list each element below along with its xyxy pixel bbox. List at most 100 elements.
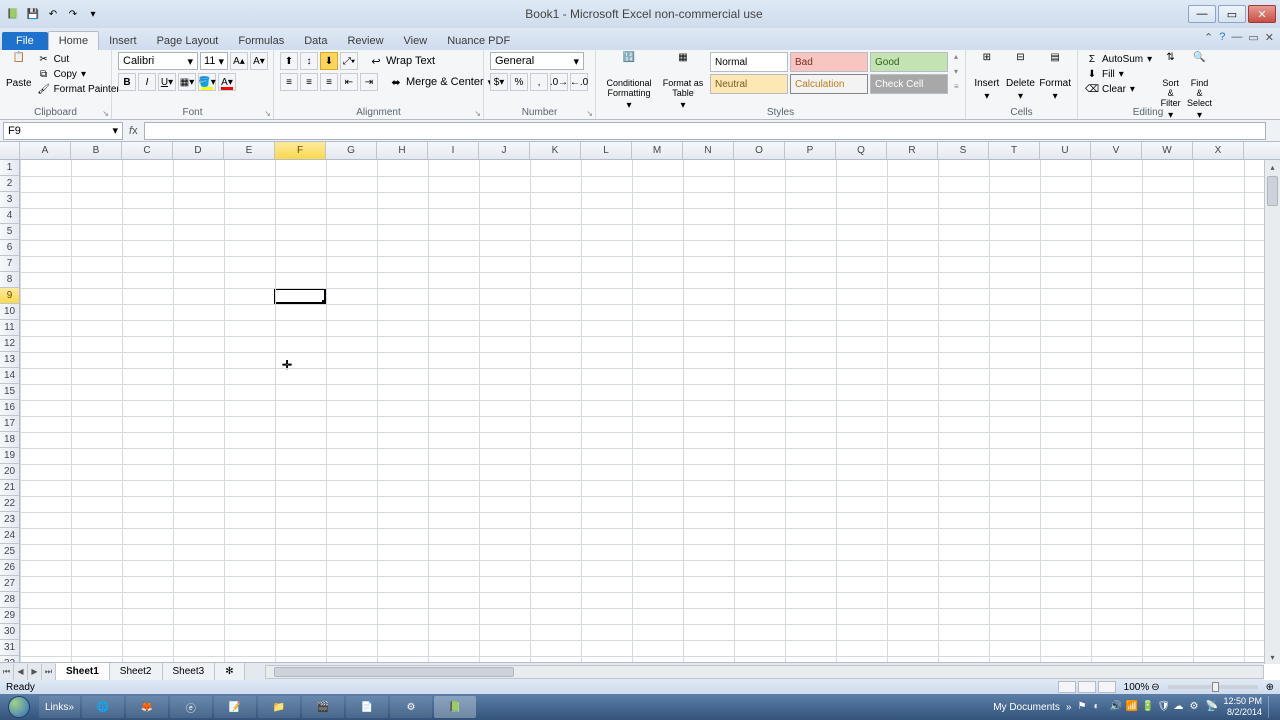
horizontal-scrollbar[interactable] <box>265 665 1264 679</box>
styles-up-icon[interactable]: ▴ <box>954 52 959 61</box>
align-left-button[interactable]: ≡ <box>280 73 298 91</box>
taskbar-chrome[interactable]: 🌐 <box>82 696 124 718</box>
tray-icon[interactable]: 🔋 <box>1141 701 1153 713</box>
row-header[interactable]: 11 <box>0 320 19 336</box>
align-center-button[interactable]: ≡ <box>300 73 318 91</box>
style-calculation[interactable]: Calculation <box>790 74 868 94</box>
number-format-combo[interactable]: General▾ <box>490 52 584 70</box>
tray-icon[interactable]: ☁ <box>1173 701 1185 713</box>
row-header[interactable]: 1 <box>0 160 19 176</box>
underline-button[interactable]: U▾ <box>158 73 176 91</box>
column-header[interactable]: F <box>275 142 326 159</box>
style-good[interactable]: Good <box>870 52 948 72</box>
column-header[interactable]: H <box>377 142 428 159</box>
style-normal[interactable]: Normal <box>710 52 788 72</box>
row-header[interactable]: 16 <box>0 400 19 416</box>
column-header[interactable]: C <box>122 142 173 159</box>
row-header[interactable]: 18 <box>0 432 19 448</box>
spreadsheet-grid[interactable]: 1234567891011121314151617181920212223242… <box>0 160 1280 670</box>
italic-button[interactable]: I <box>138 73 156 91</box>
row-header[interactable]: 30 <box>0 624 19 640</box>
fx-icon[interactable]: fx <box>129 125 138 137</box>
zoom-thumb[interactable] <box>1212 682 1219 692</box>
decrease-indent-button[interactable]: ⇤ <box>340 73 358 91</box>
tray-icon[interactable]: 📡 <box>1205 701 1217 713</box>
tab-home[interactable]: Home <box>48 31 99 50</box>
format-as-table-button[interactable]: ▦ Format as Table▾ <box>660 52 706 111</box>
maximize-button[interactable]: ▭ <box>1218 5 1246 23</box>
zoom-out-button[interactable]: ⊖ <box>1151 682 1159 693</box>
row-header[interactable]: 2 <box>0 176 19 192</box>
row-header[interactable]: 26 <box>0 560 19 576</box>
tab-formulas[interactable]: Formulas <box>228 32 294 50</box>
column-header[interactable]: K <box>530 142 581 159</box>
formula-bar[interactable] <box>144 122 1266 140</box>
close-button[interactable]: ✕ <box>1248 5 1276 23</box>
column-header[interactable]: X <box>1193 142 1244 159</box>
row-header[interactable]: 5 <box>0 224 19 240</box>
delete-cells-button[interactable]: ⊟ Delete▾ <box>1006 52 1036 102</box>
autosum-button[interactable]: ΣAutoSum ▾ <box>1084 52 1154 66</box>
row-header[interactable]: 29 <box>0 608 19 624</box>
row-header[interactable]: 25 <box>0 544 19 560</box>
fill-button[interactable]: ⬇Fill ▾ <box>1084 67 1154 81</box>
style-neutral[interactable]: Neutral <box>710 74 788 94</box>
taskbar-explorer[interactable]: 📁 <box>258 696 300 718</box>
column-header[interactable]: S <box>938 142 989 159</box>
row-header[interactable]: 12 <box>0 336 19 352</box>
start-button[interactable] <box>0 694 38 720</box>
copy-button[interactable]: ⧉Copy ▾ <box>36 67 122 81</box>
taskbar-clock[interactable]: 12:50 PM 8/2/2014 <box>1223 696 1262 718</box>
align-middle-button[interactable]: ↕ <box>300 52 318 70</box>
tab-page-layout[interactable]: Page Layout <box>147 32 229 50</box>
tray-icon[interactable]: ◐ <box>1093 701 1105 713</box>
qat-dropdown-icon[interactable]: ▾ <box>84 5 102 23</box>
last-sheet-icon[interactable]: ⏭ <box>42 664 56 680</box>
row-header[interactable]: 7 <box>0 256 19 272</box>
font-launcher-icon[interactable]: ↘ <box>264 109 271 118</box>
align-top-button[interactable]: ⬆ <box>280 52 298 70</box>
zoom-in-button[interactable]: ⊕ <box>1266 682 1274 693</box>
column-header[interactable]: I <box>428 142 479 159</box>
row-header[interactable]: 19 <box>0 448 19 464</box>
column-header[interactable]: B <box>71 142 122 159</box>
paste-button[interactable]: 📋 Paste <box>6 52 32 89</box>
sheet-tab-3[interactable]: Sheet3 <box>163 663 216 681</box>
new-sheet-button[interactable]: ✻ <box>215 663 244 681</box>
tray-icon[interactable]: 🔊 <box>1109 701 1121 713</box>
comma-button[interactable]: , <box>530 73 548 91</box>
column-header[interactable]: V <box>1091 142 1142 159</box>
tab-file[interactable]: File <box>2 32 48 50</box>
tab-nuance-pdf[interactable]: Nuance PDF <box>437 32 520 50</box>
increase-indent-button[interactable]: ⇥ <box>360 73 378 91</box>
style-bad[interactable]: Bad <box>790 52 868 72</box>
accounting-format-button[interactable]: $▾ <box>490 73 508 91</box>
number-launcher-icon[interactable]: ↘ <box>586 109 593 118</box>
minimize-button[interactable]: — <box>1188 5 1216 23</box>
taskbar-notes[interactable]: 📝 <box>214 696 256 718</box>
hscroll-thumb[interactable] <box>274 667 514 677</box>
row-header[interactable]: 4 <box>0 208 19 224</box>
vertical-scrollbar[interactable]: ▴ ▾ <box>1264 160 1280 664</box>
page-break-view-button[interactable] <box>1098 681 1116 693</box>
format-painter-button[interactable]: 🖌Format Painter <box>36 82 122 96</box>
align-right-button[interactable]: ≡ <box>320 73 338 91</box>
first-sheet-icon[interactable]: ⏮ <box>0 664 14 680</box>
row-header[interactable]: 23 <box>0 512 19 528</box>
column-header[interactable]: M <box>632 142 683 159</box>
increase-decimal-button[interactable]: .0→ <box>550 73 568 91</box>
row-header[interactable]: 24 <box>0 528 19 544</box>
column-header[interactable]: W <box>1142 142 1193 159</box>
row-header[interactable]: 14 <box>0 368 19 384</box>
clear-button[interactable]: ⌫Clear ▾ <box>1084 82 1154 96</box>
row-header[interactable]: 15 <box>0 384 19 400</box>
zoom-slider[interactable] <box>1168 685 1258 689</box>
taskbar-excel[interactable]: 📗 <box>434 696 476 718</box>
merge-center-button[interactable]: ⬌Merge & Center ▾ <box>388 75 495 90</box>
column-header[interactable]: T <box>989 142 1040 159</box>
scroll-down-icon[interactable]: ▾ <box>1265 650 1280 664</box>
decrease-font-button[interactable]: A▾ <box>250 52 268 70</box>
tray-icon[interactable]: ⚙ <box>1189 701 1201 713</box>
tab-view[interactable]: View <box>394 32 438 50</box>
clipboard-launcher-icon[interactable]: ↘ <box>102 109 109 118</box>
